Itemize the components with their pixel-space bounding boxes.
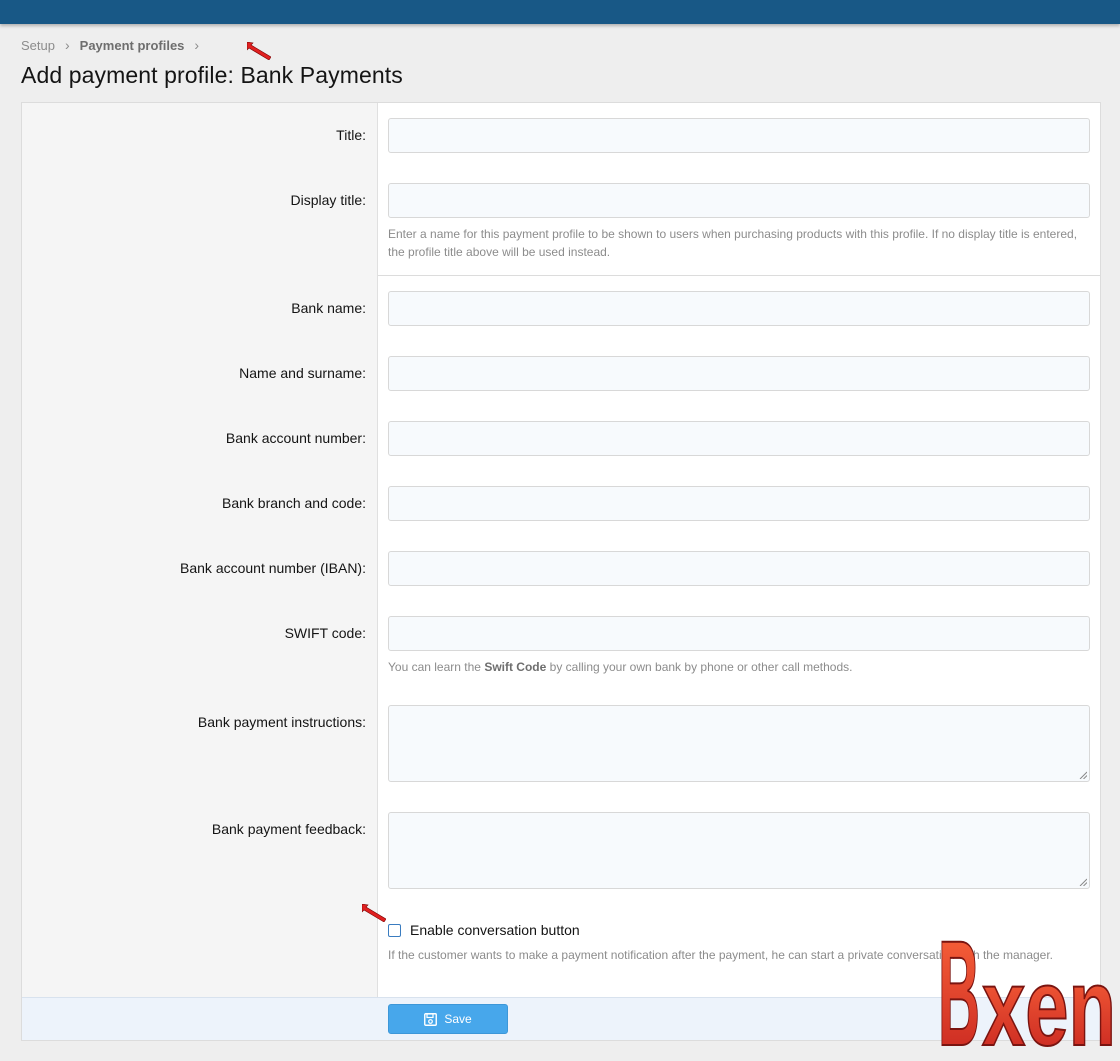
- conversation-checkbox-label[interactable]: Enable conversation button: [410, 922, 580, 938]
- swift-label: SWIFT code:: [284, 625, 366, 641]
- swift-hint: You can learn the Swift Code by calling …: [388, 660, 853, 674]
- display-title-hint: Enter a name for this payment profile to…: [388, 227, 1078, 259]
- display-title-input[interactable]: [388, 183, 1090, 218]
- feedback-textarea[interactable]: [388, 812, 1090, 889]
- resize-grip-icon[interactable]: [1079, 771, 1087, 779]
- annotation-arrow-icon: [362, 904, 386, 922]
- svg-text:xen: xen: [982, 946, 1116, 1055]
- title-input[interactable]: [388, 118, 1090, 153]
- section-divider: [378, 275, 1101, 276]
- branch-code-label: Bank branch and code:: [222, 495, 366, 511]
- swift-input[interactable]: [388, 616, 1090, 651]
- svg-text:B: B: [938, 909, 980, 1055]
- breadcrumb-item-payment-profiles[interactable]: Payment profiles: [80, 38, 185, 53]
- top-navigation-bar: [0, 0, 1120, 24]
- bank-name-input[interactable]: [388, 291, 1090, 326]
- form-label-column: [22, 103, 378, 997]
- conversation-checkbox-row[interactable]: Enable conversation button: [388, 922, 580, 938]
- chevron-right-icon: ›: [64, 37, 70, 53]
- breadcrumb-item-setup[interactable]: Setup: [21, 38, 55, 53]
- annotation-arrow-icon: [247, 42, 271, 60]
- page-title: Add payment profile: Bank Payments: [21, 62, 403, 88]
- save-button[interactable]: Save: [388, 1004, 508, 1034]
- instructions-textarea[interactable]: [388, 705, 1090, 782]
- name-surname-input[interactable]: [388, 356, 1090, 391]
- save-icon: [424, 1012, 438, 1026]
- bxen-watermark-logo: B xen: [938, 908, 1117, 1055]
- save-button-label[interactable]: Save: [444, 1012, 471, 1026]
- branch-code-input[interactable]: [388, 486, 1090, 521]
- conversation-checkbox[interactable]: [388, 923, 401, 937]
- title-label: Title:: [336, 127, 366, 143]
- iban-input[interactable]: [388, 551, 1090, 586]
- display-title-label: Display title:: [290, 192, 366, 208]
- iban-label: Bank account number (IBAN):: [180, 560, 366, 576]
- breadcrumb: Setup › Payment profiles ›: [21, 37, 209, 53]
- bank-name-label: Bank name:: [291, 300, 366, 316]
- account-number-input[interactable]: [388, 421, 1090, 456]
- account-number-label: Bank account number:: [225, 430, 366, 446]
- instructions-label: Bank payment instructions:: [197, 714, 366, 730]
- name-surname-label: Name and surname:: [239, 365, 366, 381]
- feedback-label: Bank payment feedback:: [211, 821, 366, 837]
- chevron-right-icon: ›: [194, 37, 200, 53]
- resize-grip-icon[interactable]: [1079, 878, 1087, 886]
